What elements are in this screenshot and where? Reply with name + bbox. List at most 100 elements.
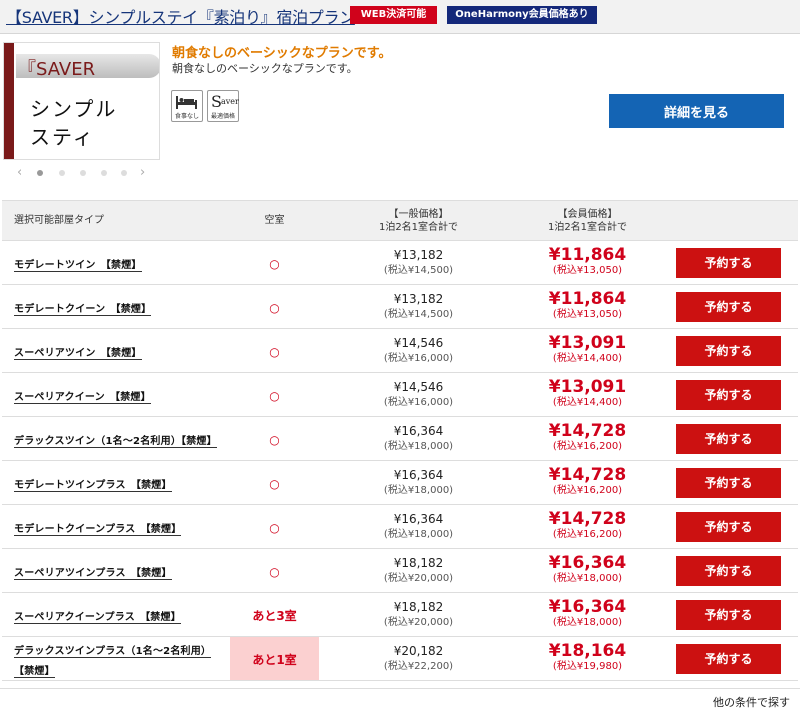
general-price: ¥16,364 (393, 423, 444, 438)
carousel-prev-icon[interactable]: ‹ (17, 165, 22, 180)
general-price-header: 【一般価格】 1泊2名1室合計で (319, 200, 518, 241)
vacancy-cell: ○ (230, 416, 319, 461)
plan-title-link[interactable]: 【SAVER】シンプルステイ『素泊り』宿泊プラン (6, 4, 355, 28)
member-price: ¥13,091 (548, 376, 627, 397)
table-row: モデレートツイン 【禁煙】 ○ ¥13,182 (税込¥14,500) ¥11,8… (2, 240, 798, 285)
book-button[interactable]: 予約する (676, 335, 781, 366)
member-price-header-2: 1泊2名1室合計で (547, 221, 628, 233)
table-row: スーペリアクイーンプラス 【禁煙】 あと3室 ¥18,182 (税込¥20,000… (2, 592, 798, 637)
general-price: ¥20,182 (393, 643, 444, 658)
room-type-name: モデレートクイーンプラス 【禁煙】 (14, 523, 182, 536)
table-row: デラックスツイン（1名〜2名利用）【禁煙】 ○ ¥16,364 (税込¥18,00… (2, 416, 798, 461)
member-price: ¥14,728 (548, 420, 627, 441)
book-button[interactable]: 予約する (676, 555, 781, 586)
room-type-name: スーペリアツイン 【禁煙】 (14, 347, 142, 360)
vacancy-header: 空室 (230, 200, 319, 241)
vacancy-cell: ○ (230, 548, 319, 593)
member-price: ¥18,164 (548, 640, 627, 661)
general-price: ¥18,182 (393, 599, 444, 614)
member-price-tax: (税込¥19,980) (552, 660, 623, 672)
member-price: ¥13,091 (548, 332, 627, 353)
vacancy-available-icon: ○ (269, 301, 280, 315)
general-price-header-1: 【一般価格】 (388, 208, 449, 220)
room-type-name: モデレートツインプラス 【禁煙】 (14, 479, 172, 492)
best-price-icon: S aver 最適価格 (207, 90, 239, 122)
general-price: ¥13,182 (393, 247, 444, 262)
table-row: スーペリアクイーン 【禁煙】 ○ ¥14,546 (税込¥16,000) ¥13,… (2, 372, 798, 417)
carousel-dot[interactable] (59, 170, 65, 176)
plan-header: 【SAVER】シンプルステイ『素泊り』宿泊プラン WEB決済可能 OneHarm… (0, 0, 800, 34)
best-price-caption: 最適価格 (210, 113, 235, 120)
carousel-next-icon[interactable]: › (140, 165, 145, 180)
book-button[interactable]: 予約する (676, 247, 781, 278)
member-price-tax: (税込¥14,400) (552, 396, 623, 408)
bed-icon (176, 96, 197, 109)
carousel-dot[interactable] (101, 170, 107, 176)
member-price: ¥16,364 (548, 552, 627, 573)
carousel-line-1: シンプル (30, 97, 118, 121)
book-button[interactable]: 予約する (676, 643, 781, 674)
vacancy-cell: ○ (230, 240, 319, 285)
general-price-tax: (税込¥20,000) (383, 572, 454, 584)
vacancy-available-icon: ○ (269, 521, 280, 535)
book-button[interactable]: 予約する (676, 379, 781, 410)
search-other-conditions-link[interactable]: 他の条件で探す (713, 694, 790, 710)
vacancy-available-icon: ○ (269, 565, 280, 579)
carousel-dot[interactable] (121, 170, 127, 176)
carousel-dot[interactable] (37, 170, 43, 176)
member-price-tax: (税込¥13,050) (552, 308, 623, 320)
saver-icon-text: aver (221, 97, 239, 106)
member-price-tax: (税込¥18,000) (552, 616, 623, 628)
vacancy-available-icon: ○ (269, 477, 280, 491)
no-meal-caption: 食事なし (174, 113, 199, 120)
carousel-dot[interactable] (80, 170, 86, 176)
section-divider (0, 688, 800, 689)
table-row: モデレートクイーン 【禁煙】 ○ ¥13,182 (税込¥14,500) ¥11,… (2, 284, 798, 329)
vacancy-cell: ○ (230, 328, 319, 373)
vacancy-available-icon: ○ (269, 389, 280, 403)
general-price: ¥13,182 (393, 291, 444, 306)
member-price-tax: (税込¥14,400) (552, 352, 623, 364)
rooms-left-text: あと1室 (252, 653, 297, 667)
rooms-left-text: あと3室 (252, 609, 297, 623)
carousel-line-2: スティ (30, 125, 95, 149)
member-price-header: 【会員価格】 1泊2名1室合計で (518, 200, 657, 241)
table-header-row: 選択可能部屋タイプ 空室 【一般価格】 1泊2名1室合計で 【会員価格】 1泊2… (2, 200, 798, 241)
general-price: ¥14,546 (393, 379, 444, 394)
vacancy-cell: あと3室 (230, 592, 319, 637)
vacancy-cell: ○ (230, 460, 319, 505)
member-price: ¥14,728 (548, 464, 627, 485)
room-type-name: スーペリアクイーン 【禁煙】 (14, 391, 151, 404)
general-price: ¥16,364 (393, 467, 444, 482)
general-price-tax: (税込¥18,000) (383, 440, 454, 452)
room-type-name: デラックスツイン（1名〜2名利用）【禁煙】 (14, 435, 217, 448)
vacancy-cell: ○ (230, 284, 319, 329)
plan-image-carousel[interactable]: 『SAVER シンプル スティ (3, 42, 160, 160)
view-details-button[interactable]: 詳細を見る (609, 94, 784, 128)
room-type-header: 選択可能部屋タイプ (2, 200, 230, 241)
plan-description-body: 朝食なしのベーシックなプランです。 (172, 62, 358, 75)
room-type-name: モデレートクイーン 【禁煙】 (14, 303, 152, 316)
room-rates-table: 選択可能部屋タイプ 空室 【一般価格】 1泊2名1室合計で 【会員価格】 1泊2… (2, 200, 798, 681)
book-button[interactable]: 予約する (676, 599, 781, 630)
table-row: デラックスツインプラス（1名〜2名利用）【禁煙】 あと1室 ¥20,182 (税込… (2, 636, 798, 681)
book-button[interactable]: 予約する (676, 467, 781, 498)
book-button[interactable]: 予約する (676, 511, 781, 542)
vacancy-available-icon: ○ (269, 433, 280, 447)
no-meal-icon: 食事なし (171, 90, 203, 122)
table-row: スーペリアツインプラス 【禁煙】 ○ ¥18,182 (税込¥20,000) ¥1… (2, 548, 798, 593)
plan-description-heading: 朝食なしのベーシックなプランです。 (172, 46, 392, 61)
table-row: モデレートツインプラス 【禁煙】 ○ ¥16,364 (税込¥18,000) ¥1… (2, 460, 798, 505)
vacancy-available-icon: ○ (269, 345, 280, 359)
general-price-tax: (税込¥16,000) (383, 352, 454, 364)
member-price-tax: (税込¥18,000) (552, 572, 623, 584)
vacancy-cell: あと1室 (230, 636, 319, 681)
table-row: スーペリアツイン 【禁煙】 ○ ¥14,546 (税込¥16,000) ¥13,0… (2, 328, 798, 373)
carousel-accent-bar (4, 43, 14, 159)
book-button[interactable]: 予約する (676, 291, 781, 322)
member-price: ¥14,728 (548, 508, 627, 529)
general-price: ¥14,546 (393, 335, 444, 350)
book-button[interactable]: 予約する (676, 423, 781, 454)
member-price-tax: (税込¥13,050) (552, 264, 623, 276)
general-price-tax: (税込¥18,000) (383, 528, 454, 540)
